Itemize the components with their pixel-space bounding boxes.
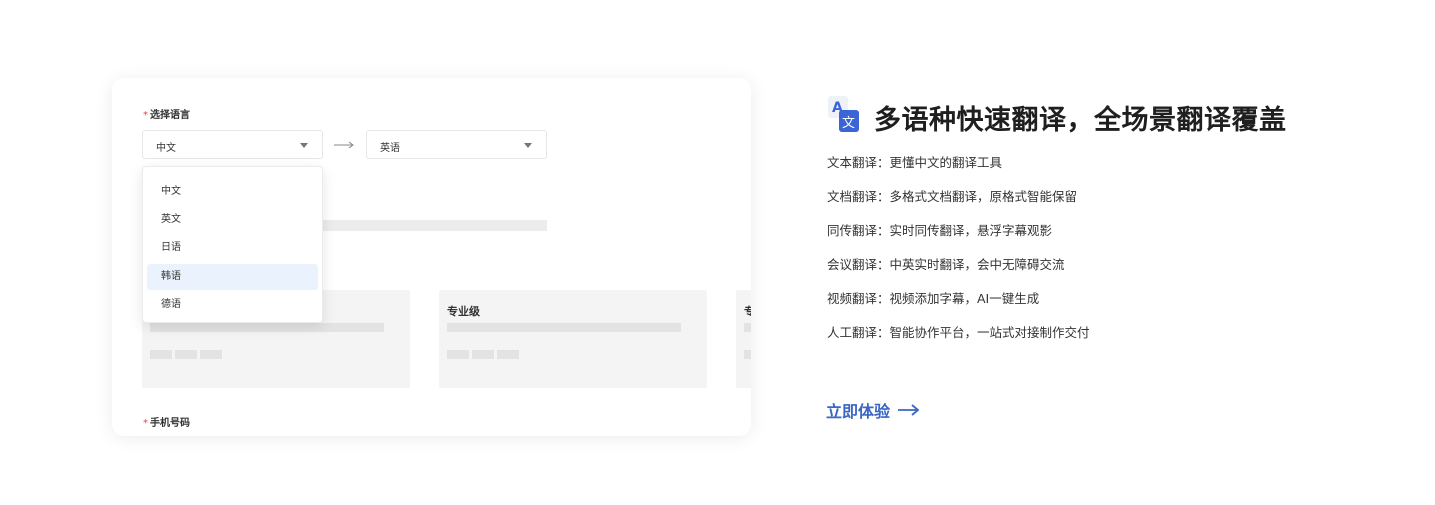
feature-simultaneous-translation: 同传翻译：实时同传翻译，悬浮字幕观影 — [827, 223, 1053, 238]
try-now-label: 立即体验 — [826, 402, 891, 421]
chevron-down-icon — [524, 143, 532, 148]
skeleton-chip — [472, 350, 494, 359]
svg-text:文: 文 — [842, 116, 855, 131]
arrow-right-icon — [898, 404, 920, 416]
language-dropdown-menu: 中文 英文 日语 韩语 德语 — [142, 166, 323, 323]
feature-text-translation: 文本翻译：更懂中文的翻译工具 — [827, 155, 1003, 170]
plan-title: 专 — [744, 305, 751, 318]
skeleton-chip — [200, 350, 222, 359]
page-title: 多语种快速翻译，全场景翻译覆盖 — [874, 105, 1287, 136]
plan-card-2[interactable]: 专业级 — [439, 290, 707, 388]
phone-field-label: * 手机号码 — [143, 418, 190, 429]
dropdown-option-korean[interactable]: 韩语 — [147, 264, 318, 290]
dropdown-option-chinese[interactable]: 中文 — [147, 179, 318, 205]
try-now-link[interactable]: 立即体验 — [826, 398, 920, 422]
skeleton-chip — [150, 350, 172, 359]
dropdown-option-german[interactable]: 德语 — [147, 292, 318, 318]
skeleton-bar — [323, 220, 547, 231]
skeleton-chip — [744, 350, 751, 359]
feature-human-translation: 人工翻译：智能协作平台，一站式对接制作交付 — [827, 325, 1090, 340]
plan-card-3[interactable]: 专 — [736, 290, 751, 388]
language-field-label: * 选择语言 — [143, 110, 190, 121]
translate-icon: A 文 — [828, 96, 859, 132]
chevron-down-icon — [300, 143, 308, 148]
arrow-right-icon — [334, 141, 354, 149]
dropdown-option-japanese[interactable]: 日语 — [147, 235, 318, 261]
source-language-select[interactable]: 中文 — [142, 130, 323, 159]
translation-form-card: * 选择语言 中文 英语 专业级 专 * 手机号码 中文 英文 日语 韩语 德语 — [112, 78, 751, 436]
skeleton-bar — [150, 323, 384, 332]
skeleton-bar — [744, 323, 751, 332]
feature-document-translation: 文档翻译：多格式文档翻译，原格式智能保留 — [827, 189, 1078, 204]
target-language-value: 英语 — [380, 143, 400, 154]
dropdown-option-english[interactable]: 英文 — [147, 207, 318, 233]
skeleton-chip — [497, 350, 519, 359]
skeleton-chip — [175, 350, 197, 359]
feature-meeting-translation: 会议翻译：中英实时翻译，会中无障碍交流 — [827, 257, 1065, 272]
skeleton-bar — [447, 323, 681, 332]
plan-title: 专业级 — [447, 305, 480, 318]
target-language-select[interactable]: 英语 — [366, 130, 547, 159]
skeleton-chip — [447, 350, 469, 359]
feature-video-translation: 视频翻译：视频添加字幕，AI一键生成 — [827, 291, 1040, 306]
source-language-value: 中文 — [156, 143, 176, 154]
